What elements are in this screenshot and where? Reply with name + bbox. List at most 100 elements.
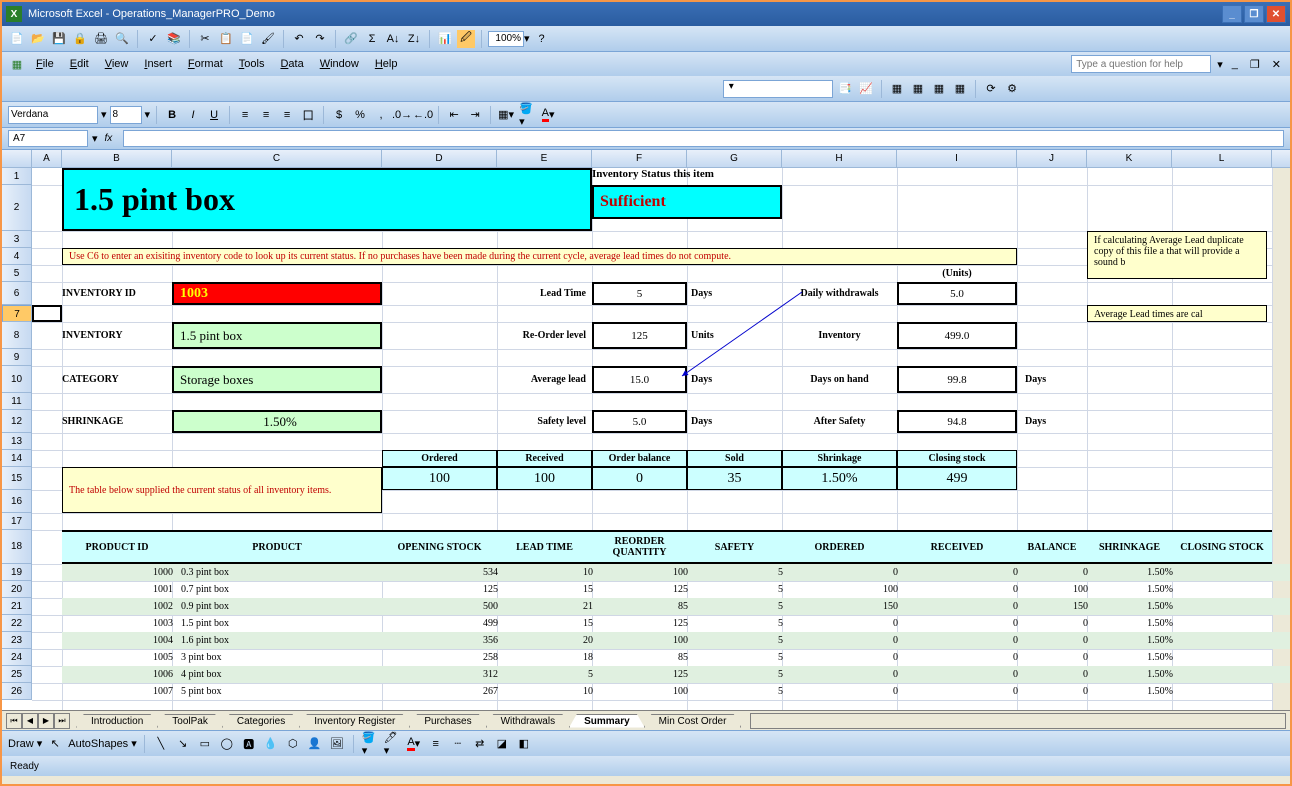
row-header-13[interactable]: 13 — [2, 433, 32, 450]
refresh-icon[interactable]: ⟳ — [982, 80, 1000, 98]
align-center-icon[interactable]: ≡ — [257, 106, 275, 124]
row-header-24[interactable]: 24 — [2, 649, 32, 666]
draw-menu[interactable]: Draw ▾ — [8, 737, 42, 750]
col-header-C[interactable]: C — [172, 150, 382, 167]
row-header-26[interactable]: 26 — [2, 683, 32, 700]
rect-icon[interactable]: ▭ — [196, 735, 214, 753]
save-icon[interactable]: 💾 — [50, 30, 68, 48]
sheet-tab-withdrawals[interactable]: Withdrawals — [486, 714, 570, 728]
sort-desc-icon[interactable]: Z↓ — [405, 30, 423, 48]
grid3-icon[interactable]: ▦ — [930, 80, 948, 98]
aux-combo[interactable]: ▾ — [723, 80, 833, 98]
col-header-H[interactable]: H — [782, 150, 897, 167]
menu-window[interactable]: Window — [312, 55, 367, 73]
row-header-20[interactable]: 20 — [2, 581, 32, 598]
safety-level-value[interactable]: 5.0 — [592, 410, 687, 433]
table-header-2[interactable]: OPENING STOCK — [382, 530, 497, 564]
row-header-4[interactable]: 4 — [2, 248, 32, 265]
grid1-icon[interactable]: ▦ — [888, 80, 906, 98]
table-header-7[interactable]: RECEIVED — [897, 530, 1017, 564]
drawing-icon[interactable]: 🖉 — [457, 30, 475, 48]
row-header-15[interactable]: 15 — [2, 467, 32, 490]
average-lead-value[interactable]: 15.0 — [592, 366, 687, 393]
table-header-5[interactable]: SAFETY — [687, 530, 782, 564]
table-row[interactable]: 10053 pint box258188550001.50% — [62, 649, 1290, 666]
row-header-14[interactable]: 14 — [2, 450, 32, 467]
dec-indent-icon[interactable]: ⇤ — [445, 106, 463, 124]
menu-view[interactable]: View — [97, 55, 137, 73]
grid2-icon[interactable]: ▦ — [909, 80, 927, 98]
fill-color-icon[interactable]: 🪣▾ — [518, 106, 536, 124]
preview-icon[interactable]: 🔍 — [113, 30, 131, 48]
menu-file[interactable]: File — [28, 55, 62, 73]
horizontal-scrollbar[interactable] — [750, 713, 1286, 729]
menu-help[interactable]: Help — [367, 55, 406, 73]
line-icon[interactable]: ╲ — [152, 735, 170, 753]
help-dropdown-icon[interactable]: ▾ — [1217, 58, 1223, 71]
formula-input[interactable] — [123, 130, 1284, 147]
redo-icon[interactable]: ↷ — [311, 30, 329, 48]
row-header-17[interactable]: 17 — [2, 513, 32, 530]
sheet-tab-categories[interactable]: Categories — [222, 714, 300, 728]
line-color-icon[interactable]: 🖊▾ — [383, 735, 401, 753]
col-header-G[interactable]: G — [687, 150, 782, 167]
col-header-L[interactable]: L — [1172, 150, 1272, 167]
name-box[interactable]: A7 — [8, 130, 88, 147]
table-header-6[interactable]: ORDERED — [782, 530, 897, 564]
sheet-tab-inventory-register[interactable]: Inventory Register — [299, 714, 410, 728]
row-header-6[interactable]: 6 — [2, 282, 32, 305]
3d-icon[interactable]: ◧ — [515, 735, 533, 753]
font-size-input[interactable] — [110, 106, 142, 124]
font-dropdown-icon[interactable]: ▾ — [101, 108, 107, 121]
merge-icon[interactable]: ⼞ — [299, 106, 317, 124]
maximize-button[interactable]: ❐ — [1244, 5, 1264, 23]
tab-prev-icon[interactable]: ◀ — [22, 713, 38, 729]
autoshapes-menu[interactable]: AutoShapes ▾ — [68, 737, 137, 750]
new-icon[interactable]: 📄 — [8, 30, 26, 48]
autosum-icon[interactable]: Σ — [363, 30, 381, 48]
sheet-tab-purchases[interactable]: Purchases — [409, 714, 486, 728]
cut-icon[interactable]: ✂ — [196, 30, 214, 48]
menu-edit[interactable]: Edit — [62, 55, 97, 73]
undo-icon[interactable]: ↶ — [290, 30, 308, 48]
picture-icon[interactable]: 🖼 — [328, 735, 346, 753]
spell-icon[interactable]: ✓ — [144, 30, 162, 48]
row-header-3[interactable]: 3 — [2, 231, 32, 248]
copy-icon[interactable]: 📋 — [217, 30, 235, 48]
table-header-8[interactable]: BALANCE — [1017, 530, 1087, 564]
col-header-J[interactable]: J — [1017, 150, 1087, 167]
col-header-I[interactable]: I — [897, 150, 1017, 167]
minimize-button[interactable]: _ — [1222, 5, 1242, 23]
sheet-tab-min-cost-order[interactable]: Min Cost Order — [644, 714, 742, 728]
format-painter-icon[interactable]: 🖌 — [259, 30, 277, 48]
arrow-style-icon[interactable]: ⇄ — [471, 735, 489, 753]
bold-icon[interactable]: B — [163, 106, 181, 124]
row-header-7[interactable]: 7 — [2, 305, 32, 322]
close-button[interactable]: ✕ — [1266, 5, 1286, 23]
row-header-22[interactable]: 22 — [2, 615, 32, 632]
pivot-icon[interactable]: 📑 — [836, 80, 854, 98]
row-header-18[interactable]: 18 — [2, 530, 32, 564]
excel-doc-icon[interactable]: ▦ — [8, 55, 26, 73]
sheet-tab-toolpak[interactable]: ToolPak — [157, 714, 223, 728]
settings-icon[interactable]: ⚙ — [1003, 80, 1021, 98]
row-header-23[interactable]: 23 — [2, 632, 32, 649]
col-header-A[interactable]: A — [32, 150, 62, 167]
font-color-icon[interactable]: A▾ — [539, 106, 557, 124]
table-header-1[interactable]: PRODUCT — [172, 530, 382, 564]
inc-indent-icon[interactable]: ⇥ — [466, 106, 484, 124]
sheet-tab-summary[interactable]: Summary — [569, 714, 645, 728]
col-header-D[interactable]: D — [382, 150, 497, 167]
reorder-level-value[interactable]: 125 — [592, 322, 687, 349]
table-row[interactable]: 10020.9 pint box5002185515001501.50% — [62, 598, 1290, 615]
worksheet-grid[interactable]: ABCDEFGHIJKL 123456789101112131415161718… — [2, 150, 1290, 710]
row-header-10[interactable]: 10 — [2, 366, 32, 393]
textbox-icon[interactable]: 🅰 — [240, 735, 258, 753]
italic-icon[interactable]: I — [184, 106, 202, 124]
font-name-input[interactable] — [8, 106, 98, 124]
chart-icon[interactable]: 📊 — [436, 30, 454, 48]
sheet-tab-introduction[interactable]: Introduction — [76, 714, 158, 728]
col-header-E[interactable]: E — [497, 150, 592, 167]
row-header-25[interactable]: 25 — [2, 666, 32, 683]
table-row[interactable]: 10075 pint box2671010050001.50% — [62, 683, 1290, 700]
